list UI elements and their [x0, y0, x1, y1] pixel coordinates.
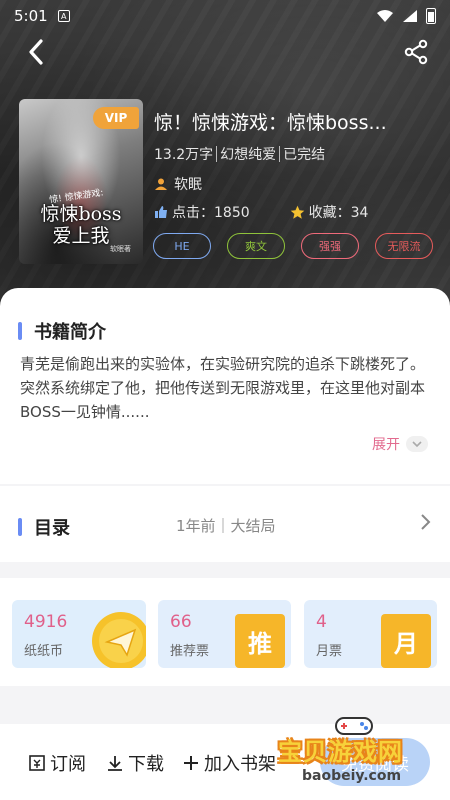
back-button[interactable] [18, 34, 54, 70]
thumbs-up-icon [155, 206, 167, 218]
expand-label: 展开 [372, 437, 400, 453]
toc-info: 1年前｜大结局 [176, 517, 276, 535]
ticket-label: 月票 [316, 644, 343, 659]
subscribe-label: 订阅 [50, 754, 86, 775]
meta-divider [279, 146, 281, 162]
chevron-right-icon [421, 514, 431, 530]
read-label: 免费阅读 [341, 754, 409, 775]
book-title: 惊！惊悚游戏：惊悚boss... [154, 112, 387, 134]
intro-header: 书籍简介 [18, 318, 106, 344]
book-cover[interactable]: VIP 惊! 惊悚游戏: 惊悚boss 爱上我 软眠著 [19, 99, 143, 264]
subscribe-icon [29, 755, 45, 771]
share-button[interactable] [400, 36, 432, 68]
book-status: 已完结 [283, 147, 326, 163]
signal-icon [403, 10, 417, 22]
expand-button[interactable]: 展开 [372, 434, 428, 454]
recommend-ticket-icon: 推 [235, 614, 285, 668]
book-stats: 点击：1850 收藏：34 [154, 202, 368, 222]
ticket-value: 4 [316, 612, 327, 632]
cover-title-line1: 惊悚boss [40, 203, 122, 225]
user-icon [155, 178, 167, 190]
tag-chip[interactable]: 爽文 [227, 233, 285, 259]
clicks-stat: 点击：1850 [154, 202, 250, 222]
section-accent [18, 322, 22, 340]
status-bar: 5:01 A [0, 0, 450, 32]
word-count: 13.2万字 [154, 147, 214, 163]
download-button[interactable]: 下载 [106, 750, 164, 776]
ticket-label: 纸纸币 [24, 644, 64, 659]
toc-header: 目录 [18, 514, 70, 540]
read-button[interactable]: 免费阅读 [320, 738, 430, 786]
tag-chip[interactable]: 无限流 [375, 233, 433, 259]
recommend-ticket-card[interactable]: 66 推荐票 推 [158, 600, 291, 668]
toc-row[interactable]: 目录 1年前｜大结局 [0, 486, 450, 562]
vip-badge: VIP [93, 107, 139, 129]
chevron-left-icon [29, 39, 43, 65]
tickets-panel: 4916 纸纸币 66 推荐票 推 4 月票 月 [0, 578, 450, 686]
paper-plane-coin-icon [92, 612, 146, 668]
ticket-label: 推荐票 [170, 644, 210, 659]
paper-coin-card[interactable]: 4916 纸纸币 [12, 600, 146, 668]
clicks-label: 点击：1850 [172, 205, 250, 221]
intro-card: 书籍简介 青芜是偷跑出来的实验体，在实验研究院的追杀下跳楼死了。突然系统绑定了他… [0, 288, 450, 484]
monthly-ticket-icon: 月 [381, 614, 431, 668]
tag-chip[interactable]: 强强 [301, 233, 359, 259]
add-shelf-label: 加入书架 [204, 754, 276, 775]
favorites-label: 收藏：34 [308, 205, 369, 221]
status-time: 5:01 [14, 7, 48, 25]
favorites-stat: 收藏：34 [290, 202, 369, 222]
ticket-value: 4916 [24, 612, 68, 632]
author-link[interactable]: 软眠 [154, 174, 202, 194]
monthly-ticket-card[interactable]: 4 月票 月 [304, 600, 437, 668]
share-icon [404, 39, 428, 65]
meta-divider [216, 146, 218, 162]
recommend-ticket-glyph: 推 [248, 629, 272, 658]
notification-icon: A [57, 10, 70, 22]
subscribe-button[interactable]: 订阅 [28, 750, 86, 776]
ticket-value: 66 [170, 612, 192, 632]
book-meta: 13.2万字 幻想纯爱 已完结 [154, 144, 325, 164]
download-icon [108, 756, 122, 771]
add-shelf-button[interactable]: 加入书架 [182, 750, 276, 776]
monthly-ticket-glyph: 月 [394, 629, 418, 658]
intro-text: 青芜是偷跑出来的实验体，在实验研究院的追杀下跳楼死了。突然系统绑定了他，把他传送… [20, 355, 426, 421]
tag-chip[interactable]: HE [153, 233, 211, 259]
section-accent [18, 518, 22, 536]
wifi-icon [377, 10, 393, 22]
bottom-action-bar: 订阅 下载 加入书架 免费阅读 [0, 724, 450, 800]
star-icon [290, 205, 304, 219]
intro-title: 书籍简介 [34, 322, 106, 343]
plus-icon [184, 756, 198, 770]
download-label: 下载 [128, 754, 164, 775]
toc-title: 目录 [34, 518, 70, 539]
book-genre: 幻想纯爱 [220, 147, 277, 163]
chevron-down-icon [406, 436, 428, 452]
tag-list: HE 爽文 强强 无限流 [153, 233, 433, 259]
cover-title: 惊悚boss 爱上我 [25, 203, 137, 247]
book-header: 5:01 A VIP 惊! 惊悚游戏: 惊悚boss 爱上我 软眠著 惊！惊悚游… [0, 0, 450, 320]
cover-author: 软眠著 [110, 245, 131, 253]
battery-icon [426, 8, 436, 24]
author-name: 软眠 [174, 177, 202, 193]
